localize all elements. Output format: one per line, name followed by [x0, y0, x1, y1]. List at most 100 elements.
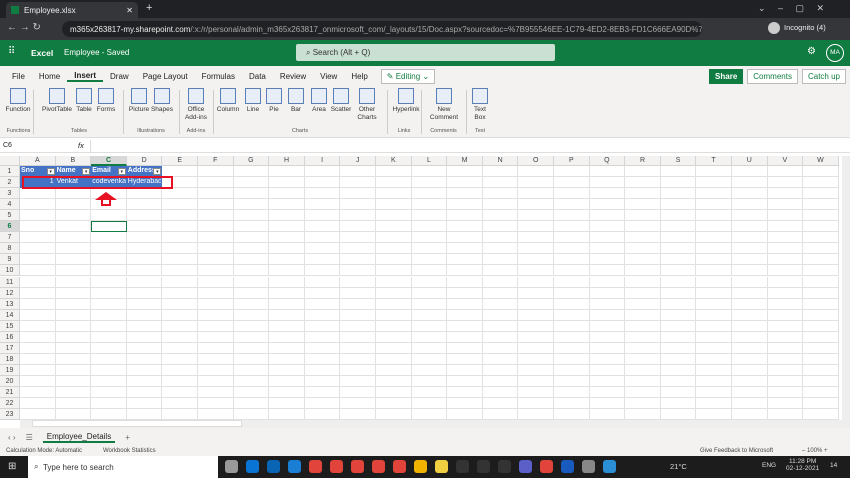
cell[interactable]: [376, 353, 412, 365]
cell[interactable]: [518, 331, 554, 343]
cell[interactable]: [696, 221, 732, 233]
cell[interactable]: [20, 320, 56, 332]
cell[interactable]: [767, 166, 804, 178]
cell[interactable]: [732, 221, 768, 233]
cell[interactable]: [233, 188, 270, 200]
cell[interactable]: [447, 199, 483, 211]
cell[interactable]: [340, 375, 376, 387]
cell[interactable]: [660, 309, 697, 321]
cell[interactable]: [411, 287, 448, 299]
cell[interactable]: [233, 320, 270, 332]
bar-chart-button[interactable]: Bar: [288, 88, 304, 114]
cell[interactable]: [518, 342, 554, 354]
cell[interactable]: [126, 353, 163, 365]
cell[interactable]: [198, 287, 234, 299]
cell[interactable]: [803, 232, 839, 244]
cell[interactable]: [660, 177, 697, 189]
cell[interactable]: [198, 188, 234, 200]
cell[interactable]: [447, 375, 483, 387]
cell[interactable]: [482, 353, 519, 365]
cell[interactable]: [304, 387, 341, 399]
row-header-20[interactable]: 20: [0, 375, 20, 387]
cell[interactable]: [660, 375, 697, 387]
cell[interactable]: [732, 177, 768, 189]
cell[interactable]: [803, 320, 839, 332]
edge-icon[interactable]: [246, 460, 259, 473]
cell[interactable]: [660, 276, 697, 288]
column-header-h[interactable]: H: [269, 156, 305, 166]
cell[interactable]: [340, 331, 376, 343]
cell[interactable]: [376, 166, 412, 178]
cell[interactable]: [20, 232, 56, 244]
cell[interactable]: [233, 387, 270, 399]
cell[interactable]: [625, 387, 661, 399]
cell[interactable]: [554, 232, 590, 244]
cell[interactable]: [126, 298, 163, 310]
cell[interactable]: [447, 409, 483, 420]
cell[interactable]: [589, 287, 626, 299]
cell[interactable]: [55, 387, 92, 399]
cell[interactable]: [767, 342, 804, 354]
windows-start-icon[interactable]: ⊞: [8, 461, 16, 472]
cell[interactable]: [625, 199, 661, 211]
cell[interactable]: [340, 188, 376, 200]
cell[interactable]: [340, 387, 376, 399]
cell[interactable]: [20, 331, 56, 343]
cell[interactable]: [554, 243, 590, 255]
cell[interactable]: [732, 298, 768, 310]
cell[interactable]: [625, 254, 661, 266]
cell[interactable]: [589, 221, 626, 233]
cell[interactable]: [625, 221, 661, 233]
cell[interactable]: [554, 188, 590, 200]
shapes-button[interactable]: Shapes: [150, 88, 174, 114]
cell[interactable]: [126, 265, 163, 277]
cell[interactable]: [732, 375, 768, 387]
cell[interactable]: [625, 353, 661, 365]
cell[interactable]: [20, 375, 56, 387]
line-chart-button[interactable]: Line: [243, 88, 263, 114]
column-header-c[interactable]: C: [91, 156, 127, 166]
cell[interactable]: [767, 364, 804, 376]
tab-formulas[interactable]: Formulas: [195, 72, 242, 81]
cell[interactable]: [126, 375, 163, 387]
cell[interactable]: [411, 331, 448, 343]
column-chart-button[interactable]: Column: [216, 88, 240, 114]
cell[interactable]: [126, 276, 163, 288]
cell[interactable]: [696, 398, 732, 410]
cell[interactable]: [554, 375, 590, 387]
column-header-j[interactable]: J: [340, 156, 376, 166]
cell[interactable]: [482, 364, 519, 376]
cell[interactable]: [696, 298, 732, 310]
cell[interactable]: [803, 342, 839, 354]
cell[interactable]: [162, 409, 198, 420]
outlook-icon[interactable]: [267, 460, 280, 473]
cell[interactable]: [91, 398, 127, 410]
cell[interactable]: [732, 166, 768, 178]
cell[interactable]: [91, 320, 127, 332]
cell[interactable]: [55, 309, 92, 321]
cell[interactable]: [55, 342, 92, 354]
cell[interactable]: [198, 265, 234, 277]
row-header-3[interactable]: 3: [0, 188, 20, 200]
workbook-statistics[interactable]: Workbook Statistics: [103, 448, 156, 454]
chrome-icon[interactable]: [309, 460, 322, 473]
cell[interactable]: [411, 265, 448, 277]
cell[interactable]: [732, 398, 768, 410]
cell[interactable]: [803, 177, 839, 189]
cell[interactable]: [233, 232, 270, 244]
cell[interactable]: [803, 387, 839, 399]
cell[interactable]: [126, 409, 163, 420]
cell[interactable]: [340, 221, 376, 233]
cell[interactable]: [91, 409, 127, 420]
cell[interactable]: [20, 199, 56, 211]
cell[interactable]: [198, 364, 234, 376]
cell[interactable]: [589, 309, 626, 321]
cell[interactable]: [55, 287, 92, 299]
cell[interactable]: [518, 353, 554, 365]
filter-dropdown-icon[interactable]: ▾: [153, 168, 162, 175]
row-header-5[interactable]: 5: [0, 210, 20, 222]
cell[interactable]: [696, 177, 732, 189]
column-header-d[interactable]: D: [126, 156, 163, 166]
column-header-i[interactable]: I: [304, 156, 341, 166]
cell[interactable]: [554, 320, 590, 332]
